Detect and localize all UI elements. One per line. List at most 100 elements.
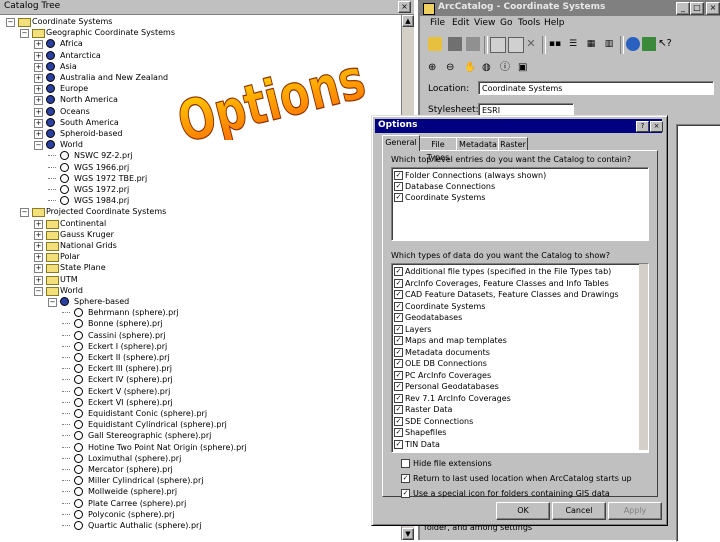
- expand-icon[interactable]: +: [34, 219, 43, 229]
- whats-this-icon[interactable]: ↖?: [658, 37, 672, 51]
- checkbox[interactable]: ✓: [394, 267, 403, 276]
- checkbox[interactable]: ✓: [394, 336, 403, 345]
- data-types-list[interactable]: ✓ Additional file types (specified in the…: [391, 263, 649, 453]
- top-entries-list[interactable]: ✓ Folder Connections (always shown) ✓ Datab…: [391, 167, 649, 241]
- tree-item[interactable]: Miller Cylindrical (sphere).prj: [2, 475, 398, 486]
- expand-icon[interactable]: +: [34, 118, 43, 128]
- checkbox[interactable]: ✓: [394, 359, 403, 368]
- tab-raster[interactable]: Raster: [498, 137, 528, 151]
- scroll-down-icon[interactable]: ▼: [402, 528, 414, 540]
- tree-item[interactable]: + Polar: [2, 251, 398, 263]
- minimize-icon[interactable]: _: [676, 2, 690, 15]
- tab-metadata[interactable]: Metadata: [456, 137, 500, 151]
- tree-item[interactable]: − World: [2, 285, 398, 296]
- tree-item[interactable]: − World: [2, 139, 398, 151]
- tree-item[interactable]: − Coordinate Systems: [2, 16, 398, 27]
- close-icon[interactable]: ×: [706, 2, 720, 15]
- scroll-up-icon[interactable]: ▲: [402, 15, 414, 27]
- expand-icon[interactable]: +: [34, 40, 43, 50]
- expand-icon[interactable]: +: [34, 264, 43, 274]
- tree-item[interactable]: + National Grids: [2, 240, 398, 251]
- checkbox[interactable]: ✓: [394, 193, 403, 202]
- collapse-icon[interactable]: −: [20, 29, 29, 39]
- tree-item[interactable]: Equidistant Cylindrical (sphere).prj: [2, 419, 398, 430]
- return-last-location-checkbox[interactable]: ✓: [401, 474, 410, 483]
- collapse-icon[interactable]: −: [34, 141, 43, 151]
- expand-icon[interactable]: +: [34, 74, 43, 83]
- tree-item[interactable]: − Projected Coordinate Systems: [2, 206, 398, 218]
- paste-icon[interactable]: [508, 37, 524, 53]
- hide-extensions-checkbox[interactable]: [401, 459, 410, 468]
- tree-item[interactable]: Quartic Authalic (sphere).prj: [2, 520, 398, 531]
- tree-item[interactable]: Mollweide (sphere).prj: [2, 486, 398, 497]
- list-icon[interactable]: ☰: [566, 37, 580, 51]
- metadata-icon[interactable]: [626, 37, 640, 51]
- tree-item[interactable]: WGS 1972 TBE.prj: [2, 173, 398, 184]
- checkbox[interactable]: ✓: [394, 324, 403, 334]
- tree-item[interactable]: Eckert V (sphere).prj: [2, 386, 398, 397]
- expand-icon[interactable]: +: [34, 96, 43, 106]
- disconnect-folder-icon[interactable]: [466, 37, 480, 51]
- location-input[interactable]: Coordinate Systems: [478, 81, 714, 95]
- tree-item[interactable]: Eckert II (sphere).prj: [2, 352, 398, 363]
- zoom-in-icon[interactable]: ⊕: [428, 61, 442, 75]
- details-icon[interactable]: ▦: [584, 37, 598, 51]
- checkbox[interactable]: ✓: [394, 278, 403, 288]
- maximize-icon[interactable]: □: [690, 2, 704, 15]
- menu-file[interactable]: File: [430, 18, 445, 28]
- tree-item[interactable]: Cassini (sphere).prj: [2, 330, 398, 341]
- checkbox[interactable]: ✓: [394, 313, 403, 322]
- tree-item[interactable]: NSWC 9Z-2.prj: [2, 150, 398, 161]
- expand-icon[interactable]: +: [34, 242, 43, 251]
- connect-folder-icon[interactable]: [448, 37, 462, 51]
- menu-edit[interactable]: Edit: [452, 18, 469, 28]
- arctoolbox-icon[interactable]: [642, 37, 656, 51]
- checkbox[interactable]: ✓: [394, 347, 403, 357]
- checkbox[interactable]: ✓: [394, 182, 403, 191]
- menu-view[interactable]: View: [474, 18, 495, 28]
- copy-icon[interactable]: [490, 37, 506, 53]
- menu-help[interactable]: Help: [544, 18, 565, 28]
- tree-item[interactable]: Eckert I (sphere).prj: [2, 341, 398, 352]
- full-extent-icon[interactable]: ◍: [482, 61, 496, 75]
- collapse-icon[interactable]: −: [48, 298, 57, 307]
- tree-item[interactable]: Eckert IV (sphere).prj: [2, 374, 398, 385]
- checkbox[interactable]: ✓: [394, 370, 403, 380]
- checkbox[interactable]: ✓: [394, 416, 403, 426]
- expand-icon[interactable]: +: [34, 85, 43, 95]
- expand-icon[interactable]: +: [34, 130, 43, 139]
- checkbox[interactable]: ✓: [394, 382, 403, 391]
- tree-item[interactable]: − Sphere-based: [2, 296, 398, 307]
- catalog-contents-pane[interactable]: [676, 124, 720, 542]
- checkbox[interactable]: ✓: [394, 290, 403, 299]
- tree-item[interactable]: Bonne (sphere).prj: [2, 318, 398, 329]
- cancel-button[interactable]: Cancel: [552, 502, 606, 520]
- tree-item[interactable]: Equidistant Conic (sphere).prj: [2, 408, 398, 419]
- tree-item[interactable]: Hotine Two Point Nat Origin (sphere).prj: [2, 442, 398, 453]
- tree-item[interactable]: Behrmann (sphere).prj: [2, 307, 398, 318]
- tree-item[interactable]: WGS 1984.prj: [2, 195, 398, 206]
- close-icon[interactable]: ×: [650, 121, 663, 132]
- up-one-level-icon[interactable]: [428, 37, 442, 51]
- checkbox[interactable]: ✓: [394, 393, 403, 403]
- zoom-out-icon[interactable]: ⊖: [446, 61, 460, 75]
- data-types-scrollbar[interactable]: [639, 264, 648, 450]
- tree-item[interactable]: Eckert VI (sphere).prj: [2, 397, 398, 408]
- create-thumbnail-icon[interactable]: ▣: [518, 61, 532, 75]
- tree-item[interactable]: Gall Stereographic (sphere).prj: [2, 430, 398, 441]
- checkbox[interactable]: ✓: [394, 171, 403, 180]
- menu-go[interactable]: Go: [500, 18, 512, 28]
- checkbox[interactable]: ✓: [394, 428, 403, 437]
- checkbox[interactable]: ✓: [394, 439, 403, 449]
- tree-item[interactable]: Polyconic (sphere).prj: [2, 509, 398, 520]
- expand-icon[interactable]: +: [34, 107, 43, 117]
- special-icon-checkbox[interactable]: ✓: [401, 489, 410, 498]
- tree-item[interactable]: − Geographic Coordinate Systems: [2, 27, 398, 39]
- identify-icon[interactable]: ⓘ: [500, 61, 514, 75]
- tree-item[interactable]: Eckert III (sphere).prj: [2, 363, 398, 374]
- tab-general[interactable]: General: [382, 135, 420, 151]
- tree-item[interactable]: + State Plane: [2, 262, 398, 274]
- tree-item[interactable]: Plate Carree (sphere).prj: [2, 498, 398, 509]
- collapse-icon[interactable]: −: [34, 286, 43, 296]
- checkbox[interactable]: ✓: [394, 301, 403, 311]
